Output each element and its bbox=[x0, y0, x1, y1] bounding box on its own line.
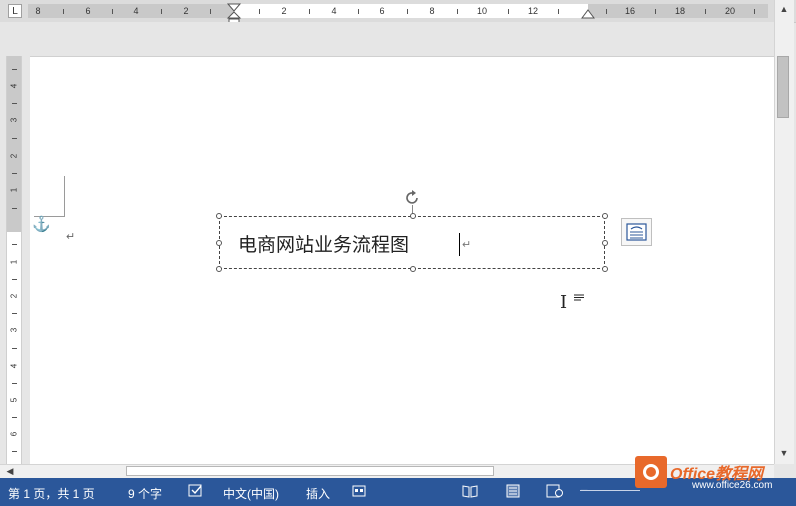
scroll-left-arrow-icon[interactable]: ◀ bbox=[4, 464, 16, 478]
ruler-tick bbox=[12, 244, 17, 245]
print-layout-icon[interactable] bbox=[505, 484, 521, 501]
ruler-number: 3 bbox=[9, 327, 19, 333]
resize-handle-bottom-right[interactable] bbox=[602, 266, 608, 272]
ruler-number: 2 bbox=[9, 153, 19, 159]
ruler-tick bbox=[457, 9, 458, 14]
scroll-up-arrow-icon[interactable]: ▲ bbox=[776, 2, 792, 16]
right-indent-marker[interactable] bbox=[581, 9, 595, 20]
ruler-tick bbox=[161, 9, 162, 14]
ruler-tick bbox=[655, 9, 656, 14]
ruler-number: 18 bbox=[674, 6, 686, 16]
ruler-number: 4 bbox=[9, 83, 19, 89]
ruler-tick bbox=[309, 9, 310, 14]
ruler-number: 12 bbox=[527, 6, 539, 16]
ruler-number: 4 bbox=[133, 6, 139, 16]
ruler-number: 1 bbox=[9, 259, 19, 265]
watermark-url: www.office26.com bbox=[692, 480, 773, 491]
ruler-tick bbox=[210, 9, 211, 14]
ruler-tick bbox=[12, 103, 17, 104]
ruler-tick bbox=[12, 348, 17, 349]
office-logo-mark bbox=[643, 464, 659, 480]
paragraph-mark: ↵ bbox=[462, 239, 472, 251]
ruler-number: 16 bbox=[624, 6, 636, 16]
layout-options-icon bbox=[626, 223, 647, 241]
ruler-tick bbox=[407, 9, 408, 14]
ruler-tick bbox=[12, 313, 17, 314]
ruler-number: 2 bbox=[281, 6, 287, 16]
ibeam-cursor-icon: I bbox=[560, 292, 568, 313]
text-box-content[interactable]: 电商网站业务流程图 bbox=[238, 230, 409, 257]
page-number-status[interactable]: 第 1 页，共 1 页 bbox=[8, 485, 95, 502]
ruler-tick bbox=[12, 173, 17, 174]
ruler-number: 8 bbox=[429, 6, 435, 16]
web-layout-icon[interactable] bbox=[546, 484, 564, 501]
ruler-tick bbox=[12, 383, 17, 384]
ruler-number: 8 bbox=[35, 6, 41, 16]
ruler-tick bbox=[508, 9, 509, 14]
read-mode-icon[interactable] bbox=[462, 484, 478, 501]
word-count-status[interactable]: 9 个字 bbox=[128, 485, 162, 502]
vertical-ruler[interactable]: 4 3 2 1 1 2 3 4 5 6 bbox=[6, 56, 22, 464]
resize-handle-top-left[interactable] bbox=[216, 213, 222, 219]
ruler-tick bbox=[606, 9, 607, 14]
ruler-number: 5 bbox=[9, 397, 19, 403]
ruler-tick bbox=[12, 417, 17, 418]
ruler-tick bbox=[259, 9, 260, 14]
ruler-tick bbox=[12, 451, 17, 452]
layout-options-button[interactable] bbox=[621, 218, 652, 246]
ruler-number: 6 bbox=[85, 6, 91, 16]
ruler-tick bbox=[112, 9, 113, 14]
ruler-number: 2 bbox=[9, 293, 19, 299]
ruler-number: 2 bbox=[183, 6, 189, 16]
ruler-tick bbox=[12, 208, 17, 209]
ruler-tick bbox=[63, 9, 64, 14]
ruler-number: 1 bbox=[9, 187, 19, 193]
ruler-number: 4 bbox=[331, 6, 337, 16]
resize-handle-left[interactable] bbox=[216, 240, 222, 246]
ruler-tick bbox=[754, 9, 755, 14]
rotate-handle-icon[interactable] bbox=[404, 190, 422, 206]
ruler-tick bbox=[705, 9, 706, 14]
ruler-tick bbox=[12, 279, 17, 280]
vertical-scrollbar-thumb[interactable] bbox=[777, 56, 789, 118]
horizontal-scrollbar-thumb[interactable] bbox=[126, 466, 494, 476]
ruler-left-margin bbox=[28, 4, 234, 18]
paragraph-mark: ↵ bbox=[66, 231, 76, 243]
margin-corner-mark bbox=[64, 176, 65, 216]
zoom-slider[interactable] bbox=[580, 490, 640, 491]
scroll-down-arrow-icon[interactable]: ▼ bbox=[776, 446, 792, 460]
resize-handle-bottom-left[interactable] bbox=[216, 266, 222, 272]
text-cursor bbox=[459, 233, 460, 256]
tab-selector-button[interactable]: L bbox=[8, 4, 22, 18]
language-status[interactable]: 中文(中国) bbox=[223, 485, 279, 502]
click-and-type-icon bbox=[574, 294, 584, 301]
resize-handle-bottom[interactable] bbox=[410, 266, 416, 272]
ruler-tick bbox=[358, 9, 359, 14]
ruler-tick bbox=[12, 69, 17, 70]
ruler-number: 20 bbox=[724, 6, 736, 16]
insert-mode-status[interactable]: 插入 bbox=[306, 485, 330, 502]
ruler-number: 3 bbox=[9, 117, 19, 123]
ruler-number: 6 bbox=[9, 431, 19, 437]
macro-recording-icon[interactable] bbox=[352, 484, 366, 501]
resize-handle-top-right[interactable] bbox=[602, 213, 608, 219]
resize-handle-top[interactable] bbox=[410, 213, 416, 219]
resize-handle-right[interactable] bbox=[602, 240, 608, 246]
proofing-icon[interactable] bbox=[188, 484, 204, 501]
workspace-background bbox=[0, 22, 776, 56]
ruler-tick bbox=[12, 138, 17, 139]
ruler-number: 6 bbox=[379, 6, 385, 16]
anchor-icon[interactable]: ⚓ bbox=[32, 215, 51, 233]
horizontal-ruler[interactable]: 8 6 4 2 2 4 6 8 10 12 16 18 20 bbox=[28, 3, 768, 26]
ruler-tick bbox=[558, 9, 559, 14]
ruler-number: 10 bbox=[476, 6, 488, 16]
ruler-number: 4 bbox=[9, 363, 19, 369]
